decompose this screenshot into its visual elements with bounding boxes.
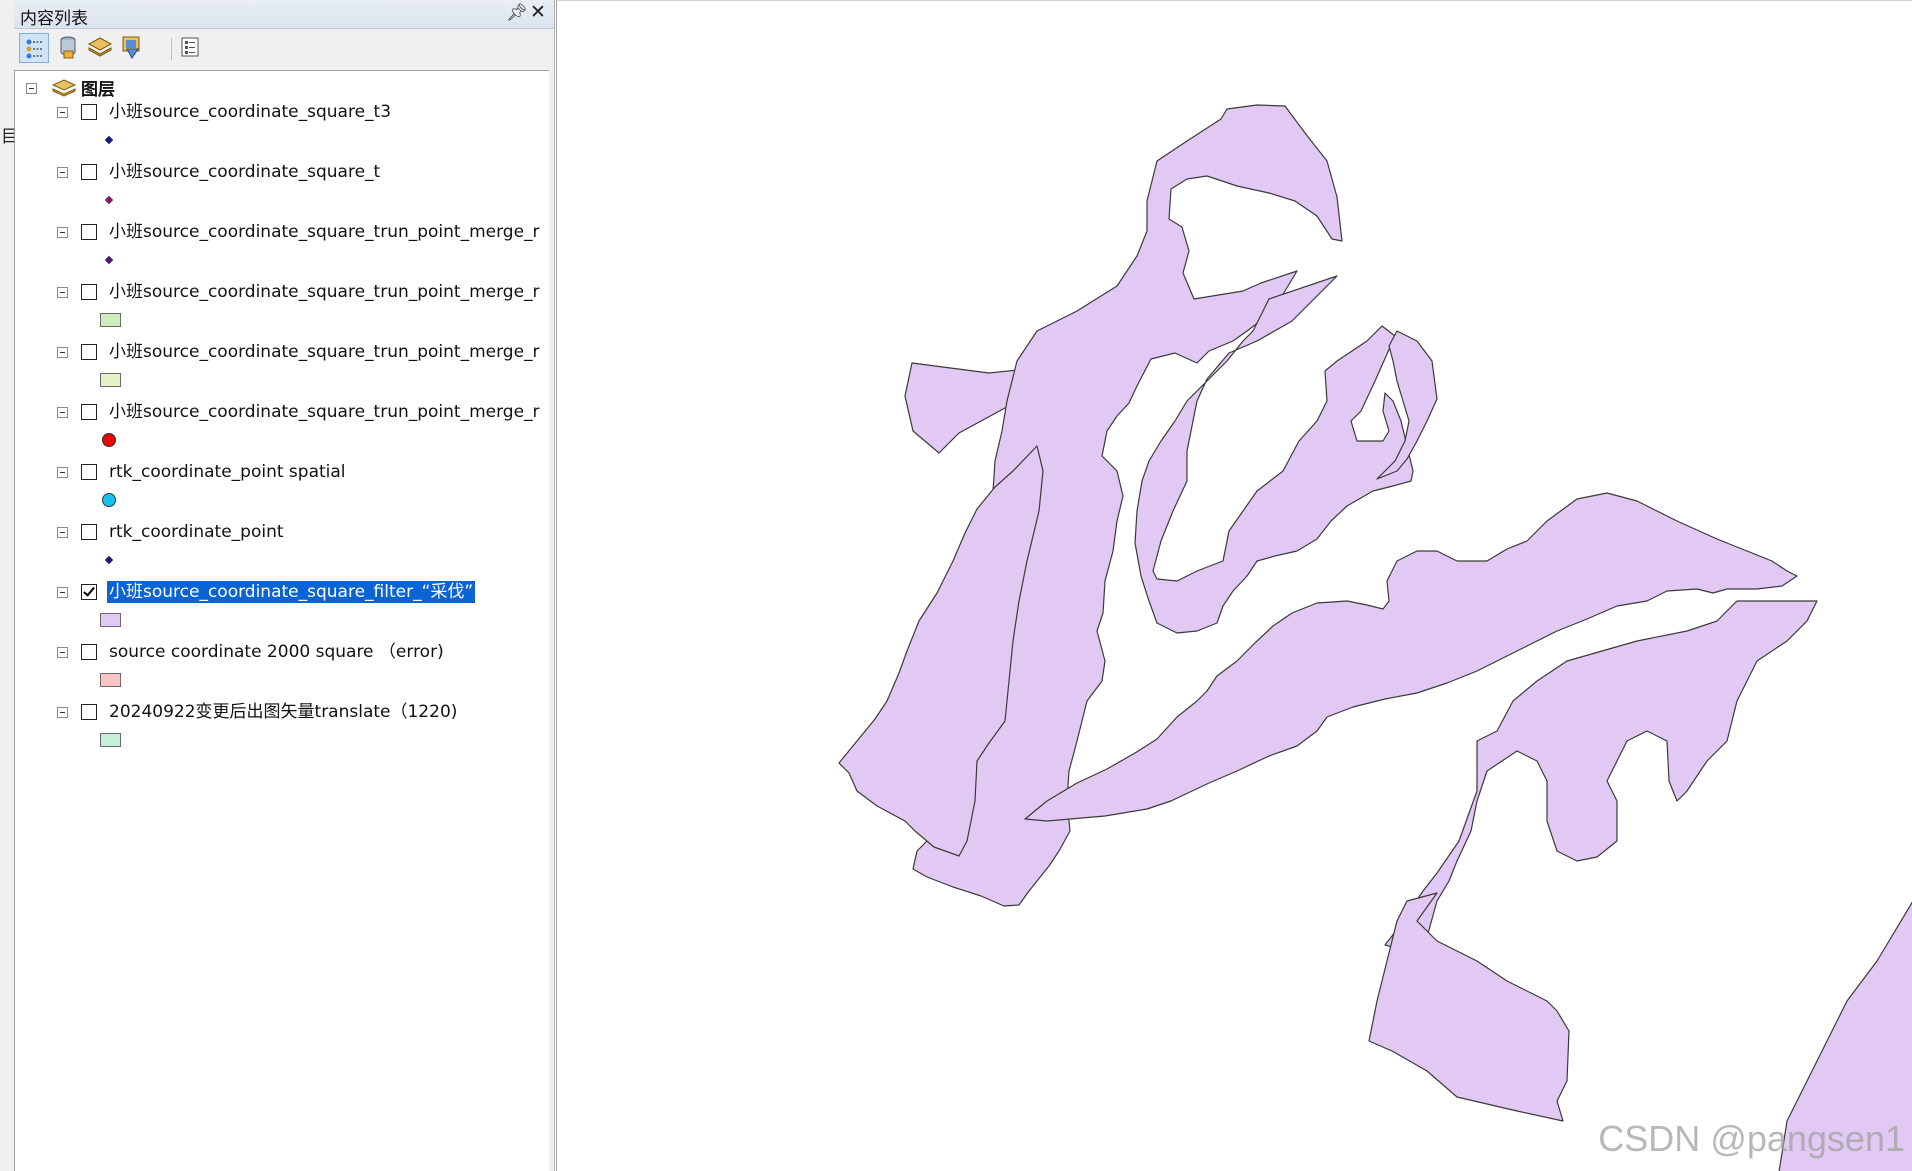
point-symbol-icon[interactable] [104, 555, 114, 565]
layer-name[interactable]: 小班source_coordinate_square_filter_“采伐” [107, 581, 476, 603]
layer-row[interactable]: rtk_coordinate_point [15, 521, 548, 579]
layer-name[interactable]: 小班source_coordinate_square_trun_point_me… [107, 341, 542, 363]
table-of-contents-panel: 内容列表 📌︎ ✕ 图层 小班source_coordinate_square_… [14, 0, 555, 1171]
layer-expander[interactable] [57, 287, 68, 298]
layers-group-label: 图层 [81, 80, 115, 100]
parcel-polygon[interactable] [1368, 892, 1570, 1122]
polygon-symbol-icon[interactable] [100, 373, 121, 387]
layer-row[interactable]: source coordinate 2000 square （error) [15, 641, 548, 699]
group-expander[interactable] [26, 83, 37, 94]
layer-name[interactable]: 小班source_coordinate_square_trun_point_me… [107, 401, 542, 423]
list-by-drawing-order-button[interactable] [19, 33, 49, 63]
layer-expander[interactable] [57, 107, 68, 118]
layer-name[interactable]: 小班source_coordinate_square_t3 [107, 101, 393, 123]
layer-expander[interactable] [57, 587, 68, 598]
circle-symbol-icon[interactable] [102, 493, 116, 507]
list-by-selection-icon [122, 36, 140, 59]
layer-name[interactable]: rtk_coordinate_point spatial [107, 461, 348, 483]
layer-expander[interactable] [57, 227, 68, 238]
point-symbol-icon[interactable] [104, 255, 114, 265]
layer-expander[interactable] [57, 407, 68, 418]
layer-name[interactable]: source coordinate 2000 square （error) [107, 641, 446, 663]
layer-row[interactable]: 小班source_coordinate_square_t3 [15, 101, 548, 159]
layer-row[interactable]: 小班source_coordinate_square_trun_point_me… [15, 221, 548, 279]
layer-expander[interactable] [57, 527, 68, 538]
arcmap-window: 目 内容列表 📌︎ ✕ 图层 小班source_coordinate_squar… [0, 0, 1912, 1171]
panel-titlebar: 内容列表 📌︎ ✕ [14, 0, 554, 29]
layer-visibility-checkbox[interactable] [81, 644, 97, 660]
layer-name[interactable]: 小班source_coordinate_square_trun_point_me… [107, 221, 542, 243]
list-by-selection-button[interactable] [118, 33, 148, 63]
pin-icon[interactable]: 📌︎ [506, 3, 528, 23]
list-by-source-icon [60, 36, 76, 59]
layer-tree-viewport: 图层 小班source_coordinate_square_t3 小班source… [15, 71, 548, 1171]
layer-visibility-checkbox[interactable] [81, 284, 97, 300]
list-by-source-button[interactable] [54, 33, 84, 63]
polygon-symbol-icon[interactable] [100, 733, 121, 747]
layer-visibility-checkbox[interactable] [81, 464, 97, 480]
layer-expander[interactable] [57, 167, 68, 178]
layer-row[interactable]: 小班source_coordinate_square_trun_point_me… [15, 401, 548, 459]
close-icon[interactable]: ✕ [528, 1, 548, 23]
left-dock-strip: 目 [0, 0, 18, 1171]
map-canvas[interactable] [557, 1, 1912, 1171]
layer-row[interactable]: 小班source_coordinate_square_trun_point_me… [15, 341, 548, 399]
layer-name[interactable]: rtk_coordinate_point [107, 521, 286, 543]
map-view[interactable]: CSDN @pangsen1 [556, 0, 1912, 1171]
layer-visibility-checkbox[interactable] [81, 584, 97, 600]
layer-expander[interactable] [57, 707, 68, 718]
circle-symbol-icon[interactable] [102, 433, 116, 447]
layer-visibility-checkbox[interactable] [81, 344, 97, 360]
polygon-symbol-icon[interactable] [100, 673, 121, 687]
layer-name[interactable]: 小班source_coordinate_square_trun_point_me… [107, 281, 542, 303]
layer-tree: 图层 小班source_coordinate_square_t3 小班source… [14, 70, 549, 1171]
layer-expander[interactable] [57, 347, 68, 358]
options-icon [181, 37, 199, 57]
layer-visibility-checkbox[interactable] [81, 524, 97, 540]
polygon-symbol-icon[interactable] [100, 613, 121, 627]
polygon-symbol-icon[interactable] [100, 313, 121, 327]
layer-row[interactable]: rtk_coordinate_point spatial [15, 461, 548, 519]
logging-parcels-layer [838, 104, 1912, 1171]
layer-visibility-checkbox[interactable] [81, 404, 97, 420]
layer-visibility-checkbox[interactable] [81, 704, 97, 720]
layer-visibility-checkbox[interactable] [81, 224, 97, 240]
layer-expander[interactable] [57, 467, 68, 478]
layer-expander[interactable] [57, 647, 68, 658]
layers-group-icon [51, 79, 77, 97]
toolbar-separator [171, 38, 172, 60]
list-by-visibility-icon [87, 37, 113, 57]
layer-row[interactable]: 小班source_coordinate_square_t [15, 161, 548, 219]
point-symbol-icon[interactable] [104, 195, 114, 205]
panel-title: 内容列表 [20, 9, 88, 29]
watermark: CSDN @pangsen1 [1598, 1118, 1905, 1159]
layer-visibility-checkbox[interactable] [81, 104, 97, 120]
layer-visibility-checkbox[interactable] [81, 164, 97, 180]
layer-row[interactable]: 小班source_coordinate_square_filter_“采伐” [15, 581, 548, 639]
layer-row[interactable]: 小班source_coordinate_square_trun_point_me… [15, 281, 548, 339]
toc-toolbar [14, 30, 554, 68]
layer-name[interactable]: 小班source_coordinate_square_t [107, 161, 382, 183]
options-button[interactable] [176, 33, 206, 63]
point-symbol-icon[interactable] [104, 135, 114, 145]
layer-row[interactable]: 20240922变更后出图矢量translate（1220) [15, 701, 548, 759]
layer-name[interactable]: 20240922变更后出图矢量translate（1220) [107, 701, 459, 723]
list-by-visibility-button[interactable] [86, 33, 116, 63]
list-by-drawing-order-icon [26, 39, 43, 59]
